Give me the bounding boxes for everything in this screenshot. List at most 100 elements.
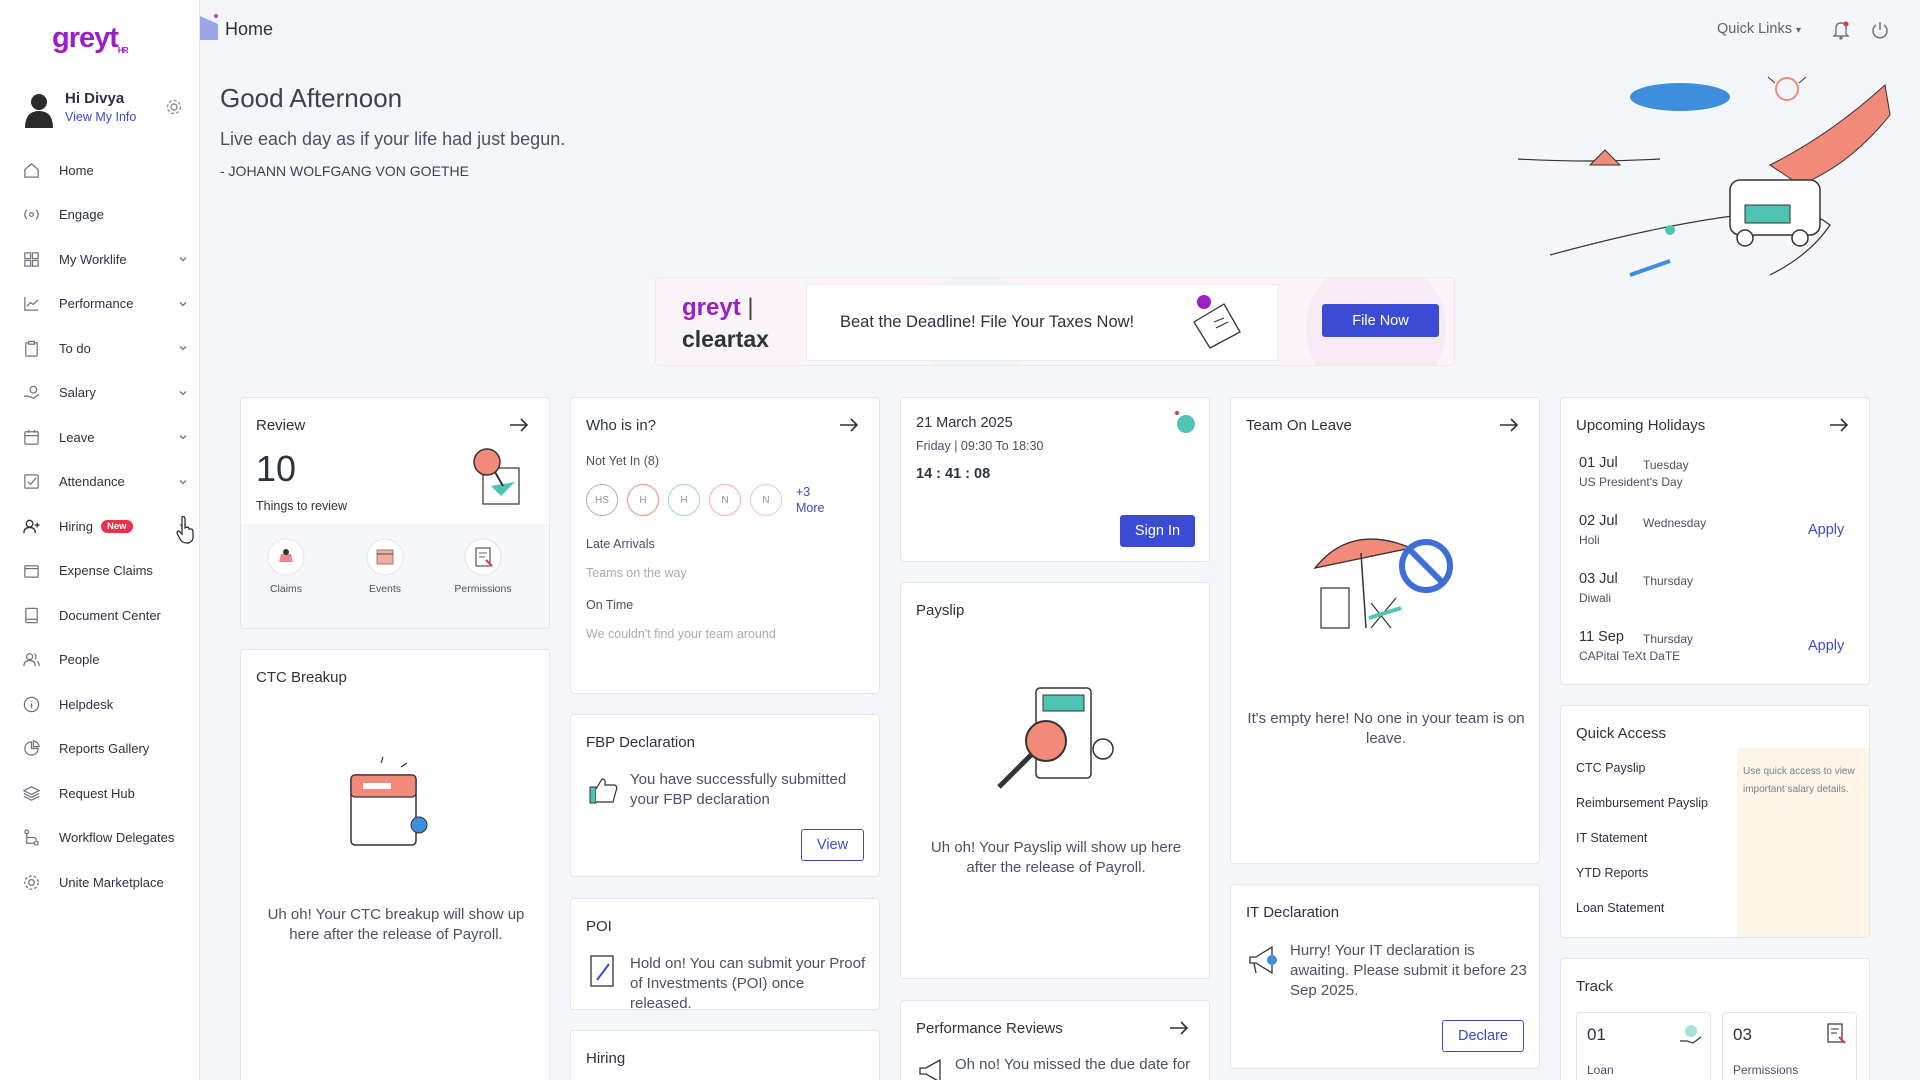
- arrow-right-icon[interactable]: [508, 416, 530, 434]
- employee-initials[interactable]: N: [709, 484, 741, 516]
- settings-gear-icon[interactable]: [165, 98, 183, 116]
- claims-action[interactable]: Claims: [266, 538, 306, 608]
- track-permissions-tile[interactable]: 03 Permissions: [1722, 1012, 1857, 1080]
- poi-message: Hold on! You can submit your Proof of In…: [630, 955, 866, 1010]
- nav-label: Performance: [59, 296, 134, 312]
- file-now-button[interactable]: File Now: [1322, 304, 1439, 337]
- bell-icon[interactable]: [1832, 20, 1850, 40]
- top-bar: Home Quick Links ▾: [200, 0, 1920, 60]
- road-trip-illustration: [1517, 75, 1891, 277]
- quick-access-link[interactable]: Loan Statement: [1576, 901, 1664, 915]
- nav-label: Leave: [59, 429, 95, 445]
- permissions-action[interactable]: Permissions: [454, 538, 512, 608]
- card-title: POI: [586, 918, 612, 935]
- people-icon: [23, 653, 40, 667]
- employee-initials[interactable]: HS: [586, 484, 618, 516]
- track-count: 03: [1733, 1025, 1752, 1044]
- employee-initials[interactable]: H: [627, 484, 659, 516]
- nav-item-workflow-delegates[interactable]: Workflow Delegates: [0, 816, 200, 861]
- apply-holiday-link[interactable]: Apply: [1808, 638, 1844, 654]
- card-title: Review: [256, 417, 306, 434]
- on-time-text: We couldn't find your team around: [586, 627, 776, 641]
- nav-label: Unite Marketplace: [59, 874, 164, 890]
- employee-initials[interactable]: N: [750, 484, 782, 516]
- nav-label: Hiring: [59, 518, 93, 534]
- home-icon: [24, 162, 39, 178]
- quick-links-dropdown[interactable]: Quick Links ▾: [1717, 21, 1801, 37]
- nav-item-request-hub[interactable]: Request Hub: [0, 771, 200, 816]
- track-loan-tile[interactable]: 01 Loan: [1576, 1012, 1711, 1080]
- arrow-right-icon[interactable]: [1828, 416, 1850, 434]
- user-avatar-icon: [25, 94, 53, 128]
- quick-access-link[interactable]: YTD Reports: [1576, 866, 1648, 880]
- nav-item-attendance[interactable]: Attendance: [0, 460, 200, 505]
- events-action[interactable]: Events: [365, 538, 405, 608]
- declare-button[interactable]: Declare: [1442, 1020, 1524, 1052]
- on-time-label: On Time: [586, 598, 634, 612]
- quick-access-link[interactable]: IT Statement: [1576, 831, 1647, 845]
- nav-label: Expense Claims: [59, 563, 153, 579]
- nav-item-salary[interactable]: Salary: [0, 371, 200, 416]
- clock-time: 14 : 41 : 08: [916, 466, 991, 482]
- quick-access-link[interactable]: Reimbursement Payslip: [1576, 796, 1708, 810]
- sidebar: greytHR Hi Divya View My Info Home Engag…: [0, 0, 200, 1080]
- nav-item-performance[interactable]: Performance: [0, 282, 200, 327]
- add-person-icon: [23, 519, 40, 533]
- quick-access-link[interactable]: CTC Payslip: [1576, 761, 1645, 775]
- nav-label: Engage: [59, 207, 104, 223]
- nav-item-home[interactable]: Home: [0, 148, 200, 193]
- card-title: Quick Access: [1576, 725, 1667, 742]
- nav-item-to-do[interactable]: To do: [0, 326, 200, 371]
- nav-item-people[interactable]: People: [0, 638, 200, 683]
- chevron-down-icon: [179, 435, 187, 440]
- grid-icon: [24, 251, 39, 267]
- banner-message: Beat the Deadline! File Your Taxes Now!: [840, 313, 1135, 331]
- poi-card: POI Hold on! You can submit your Proof o…: [570, 898, 880, 1010]
- arrow-right-icon[interactable]: [1498, 416, 1520, 434]
- nav-label: Salary: [59, 385, 96, 401]
- view-my-info-link[interactable]: View My Info: [65, 110, 136, 124]
- greyt-brand: greyt |: [682, 294, 754, 321]
- nav-label: Helpdesk: [59, 696, 114, 712]
- nav-item-reports-gallery[interactable]: Reports Gallery: [0, 727, 200, 772]
- chevron-down-icon: [179, 479, 187, 484]
- team-leave-empty-text: It's empty here! No one in your team is …: [1247, 710, 1525, 747]
- nav-item-expense-claims[interactable]: Expense Claims: [0, 549, 200, 594]
- status-dot-icon: [1175, 411, 1195, 433]
- power-icon[interactable]: [1870, 20, 1890, 40]
- nav-item-document-center[interactable]: Document Center: [0, 593, 200, 638]
- review-card: Review 10 Things to review Claims Events…: [240, 397, 550, 629]
- arrow-right-icon[interactable]: [838, 416, 860, 434]
- user-greeting: Hi Divya: [65, 90, 125, 107]
- view-button[interactable]: View: [801, 829, 864, 861]
- info-icon: [23, 696, 40, 712]
- app-logo[interactable]: greytHR: [52, 22, 128, 55]
- payslip-card: Payslip Uh oh! Your Payslip will show up…: [900, 582, 1210, 979]
- megaphone-icon: [919, 1058, 941, 1080]
- sign-in-button[interactable]: Sign In: [1120, 515, 1195, 547]
- arrow-right-icon[interactable]: [1168, 1019, 1190, 1037]
- upcoming-holidays-card: Upcoming Holidays 01 Jul Tuesday US Pres…: [1560, 397, 1870, 685]
- nav-item-unite-marketplace[interactable]: Unite Marketplace: [0, 860, 200, 905]
- greeting-heading: Good Afternoon: [220, 83, 403, 113]
- employee-initials[interactable]: H: [668, 484, 700, 516]
- nav-item-leave[interactable]: Leave: [0, 415, 200, 460]
- events-icon: [366, 538, 404, 576]
- nav-label: People: [59, 652, 100, 668]
- late-arrivals-text: Teams on the way: [586, 566, 687, 580]
- more-link[interactable]: +3 More: [796, 484, 824, 516]
- checkbox-edit-icon: [24, 474, 39, 490]
- nav-item-my-worklife[interactable]: My Worklife: [0, 237, 200, 282]
- chevron-down-icon: [179, 390, 187, 395]
- performance-reviews-card: Performance Reviews Oh no! You missed th…: [900, 1000, 1210, 1080]
- nav-label: My Worklife: [59, 251, 127, 267]
- track-label: Permissions: [1733, 1063, 1799, 1077]
- claims-icon: [267, 538, 305, 576]
- loan-icon: [1680, 1025, 1702, 1044]
- apply-holiday-link[interactable]: Apply: [1808, 522, 1844, 538]
- nav-item-engage[interactable]: Engage: [0, 193, 200, 238]
- nav-item-helpdesk[interactable]: Helpdesk: [0, 682, 200, 727]
- track-card: Track 01 Loan 03 Permissions: [1560, 958, 1870, 1080]
- nav-item-hiring[interactable]: Hiring New: [0, 504, 200, 549]
- cleartax-brand: cleartax: [682, 326, 769, 352]
